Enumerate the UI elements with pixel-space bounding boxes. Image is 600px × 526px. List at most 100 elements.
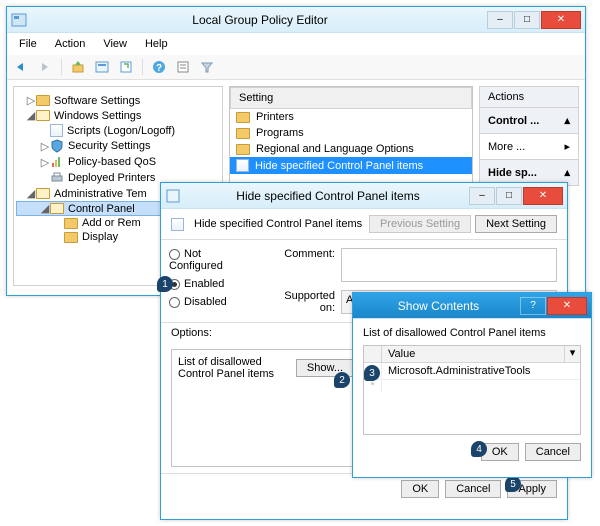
actions-header: Actions: [479, 86, 579, 108]
value-grid[interactable]: Value ▾ ▸ 3 Microsoft.AdministrativeTool…: [363, 345, 581, 435]
empty-cell[interactable]: [382, 380, 580, 392]
arrow-icon: ▴: [564, 114, 570, 127]
value-cell[interactable]: Microsoft.AdministrativeTools: [382, 363, 580, 379]
annotation-5: 5: [505, 476, 521, 492]
value-col-header[interactable]: Value: [382, 346, 564, 362]
tree-label: Deployed Printers: [68, 172, 155, 184]
annotation-1: 1: [157, 276, 173, 292]
action-group[interactable]: Control ... ▴: [479, 108, 579, 134]
setting-row[interactable]: Regional and Language Options: [230, 141, 472, 157]
radio-not-configured[interactable]: Not Configured: [169, 248, 253, 272]
action-item[interactable]: More ...▸: [479, 134, 579, 160]
help-button[interactable]: ?: [520, 297, 546, 315]
help-button[interactable]: ?: [149, 58, 169, 76]
expand-icon[interactable]: ▷: [26, 94, 36, 107]
tree-label: Security Settings: [68, 140, 151, 152]
ok-button[interactable]: OK: [401, 480, 439, 498]
setting-row[interactable]: Programs: [230, 125, 472, 141]
tree-item[interactable]: ▷ Software Settings: [16, 93, 220, 108]
radio-label: Enabled: [184, 278, 224, 290]
max-button[interactable]: □: [514, 11, 540, 29]
new-row-icon[interactable]: *: [364, 380, 382, 392]
annotation-3: 3: [364, 365, 380, 381]
close-button[interactable]: ✕: [547, 297, 587, 315]
prev-setting-button[interactable]: Previous Setting: [369, 215, 471, 233]
annotation-2: 2: [334, 372, 350, 388]
setting-label: Programs: [256, 127, 304, 139]
menu-help[interactable]: Help: [137, 35, 176, 53]
options-box: List of disallowed Control Panel items S…: [171, 349, 361, 467]
qos-icon: [50, 155, 64, 169]
refresh-button[interactable]: [116, 58, 136, 76]
prop-button[interactable]: [92, 58, 112, 76]
script-icon: [50, 124, 63, 137]
forward-button[interactable]: [35, 58, 55, 76]
policy-icon: [171, 218, 184, 231]
menu-file[interactable]: File: [11, 35, 45, 53]
tree-item[interactable]: ▷ Policy-based QoS: [16, 154, 220, 170]
radio-enabled[interactable]: Enabled 1: [169, 278, 253, 290]
radio-label: Disabled: [184, 296, 227, 308]
app-icon: [11, 12, 27, 28]
setting-row[interactable]: Printers: [230, 109, 472, 125]
tree-label: Add or Rem: [82, 217, 141, 229]
tree-item[interactable]: Scripts (Logon/Logoff): [16, 123, 220, 138]
action-label: Control ...: [488, 115, 539, 127]
printer-icon: [50, 171, 64, 185]
cancel-button[interactable]: Cancel: [445, 480, 501, 498]
menubar: File Action View Help: [7, 33, 585, 55]
tree-label: Scripts (Logon/Logoff): [67, 125, 175, 137]
back-button[interactable]: [11, 58, 31, 76]
comment-input[interactable]: [341, 248, 557, 282]
close-button[interactable]: ✕: [523, 187, 563, 205]
show-label: List of disallowed Control Panel items: [363, 327, 581, 339]
setting-label: Regional and Language Options: [256, 143, 414, 155]
titlebar: Local Group Policy Editor – □ ✕: [7, 7, 585, 33]
dialog-subtitle: Hide specified Control Panel items: [194, 218, 362, 230]
action-label: Hide sp...: [488, 167, 537, 179]
policy-icon: [165, 188, 181, 204]
annotation-4: 4: [471, 441, 487, 457]
up-button[interactable]: [68, 58, 88, 76]
menu-action[interactable]: Action: [47, 35, 94, 53]
tree-label: Control Panel: [68, 203, 135, 215]
next-setting-button[interactable]: Next Setting: [475, 215, 557, 233]
dialog-title: Hide specified Control Panel items: [187, 189, 469, 203]
dropdown-icon[interactable]: ▾: [564, 346, 580, 362]
radio-disabled[interactable]: Disabled: [169, 296, 253, 308]
min-button[interactable]: –: [469, 187, 495, 205]
window-title: Local Group Policy Editor: [33, 13, 487, 27]
list-label: List of disallowed Control Panel items: [178, 356, 290, 380]
tree-label: Policy-based QoS: [68, 156, 156, 168]
setting-label: Printers: [256, 111, 294, 123]
tree-item[interactable]: ◢ Windows Settings: [16, 108, 220, 123]
menu-view[interactable]: View: [95, 35, 135, 53]
expand-icon[interactable]: ◢: [40, 202, 50, 215]
filter-button[interactable]: [197, 58, 217, 76]
show-title: Show Contents: [357, 299, 520, 313]
tree-item[interactable]: ▷ Security Settings: [16, 138, 220, 154]
toolbar: ?: [7, 55, 585, 80]
expand-icon[interactable]: ◢: [26, 187, 36, 200]
cancel-button[interactable]: Cancel: [525, 443, 581, 461]
tree-label: Display: [82, 231, 118, 243]
show-titlebar: Show Contents ? ✕: [353, 293, 591, 319]
tree-label: Administrative Tem: [54, 188, 147, 200]
svg-text:?: ?: [156, 63, 162, 74]
settings-header[interactable]: Setting: [230, 87, 472, 109]
expand-icon[interactable]: ▷: [40, 156, 50, 169]
expand-icon[interactable]: ▷: [40, 140, 50, 153]
policy-icon: [236, 159, 249, 172]
setting-row-selected[interactable]: Hide specified Control Panel items: [230, 157, 472, 174]
action-label: More ...: [488, 141, 525, 153]
setting-label: Hide specified Control Panel items: [255, 160, 423, 172]
shield-icon: [50, 139, 64, 153]
tree-label: Windows Settings: [54, 110, 141, 122]
min-button[interactable]: –: [487, 11, 513, 29]
max-button[interactable]: □: [496, 187, 522, 205]
close-button[interactable]: ✕: [541, 11, 581, 29]
show-contents-dialog: Show Contents ? ✕ List of disallowed Con…: [352, 292, 592, 478]
tree-label: Software Settings: [54, 95, 140, 107]
list-button[interactable]: [173, 58, 193, 76]
expand-icon[interactable]: ◢: [26, 109, 36, 122]
